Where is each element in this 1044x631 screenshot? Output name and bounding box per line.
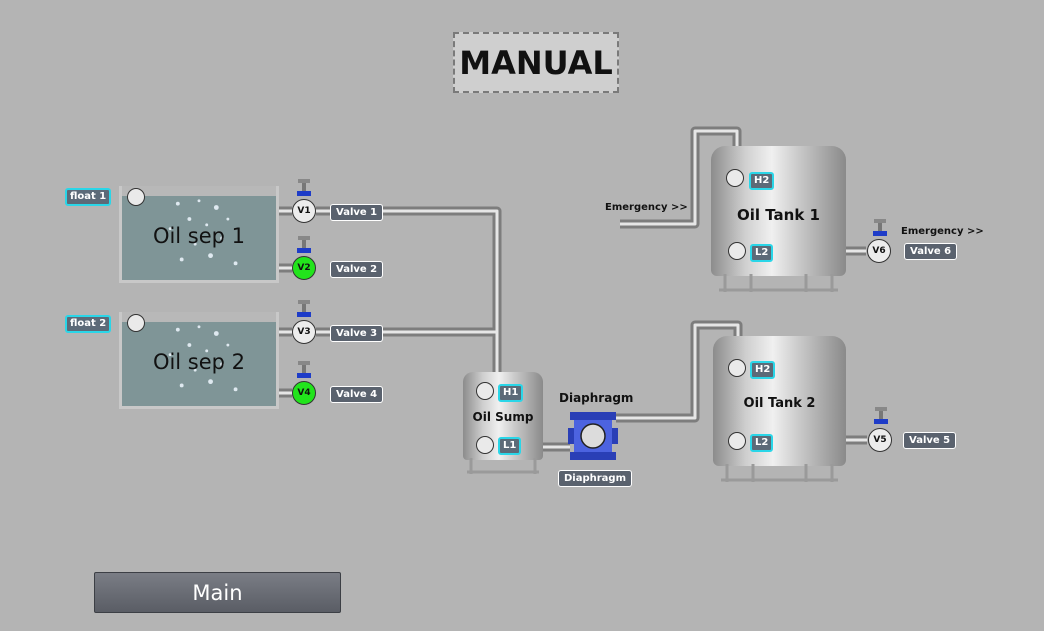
tank-legs [719,274,838,292]
valve-4-tag[interactable]: Valve 4 [330,386,384,403]
valve-v6[interactable]: V6 [867,239,891,263]
level-sensor-circle [728,359,746,377]
level-sensor-circle [726,169,744,187]
sump-l1-tag[interactable]: L1 [498,437,522,455]
tank-label: Oil Tank 2 [743,396,816,411]
tank1-l2-tag[interactable]: L2 [750,244,774,262]
valve-v1[interactable]: V1 [292,199,316,223]
sump-label: Oil Sump [472,410,534,424]
valve-v4[interactable]: V4 [292,381,316,405]
level-sensor-circle [476,436,494,454]
tank-legs [721,464,838,482]
mode-indicator: MANUAL [453,32,619,93]
level-sensor-circle [728,242,746,260]
valve-5-tag[interactable]: Valve 5 [903,432,957,449]
valve-v2[interactable]: V2 [292,256,316,280]
pump-title: Diaphragm [559,391,634,405]
main-nav-button[interactable]: Main [94,572,341,613]
level-sensor-circle [476,382,494,400]
sump-legs [467,458,539,474]
level-sensor-circle [728,432,746,450]
tank-label: Oil Tank 1 [737,206,820,224]
tank2-l2-tag[interactable]: L2 [750,434,774,452]
valve-1-tag[interactable]: Valve 1 [330,204,384,221]
level-sensor-circle [127,188,145,206]
diaphragm-tag[interactable]: Diaphragm [558,470,633,487]
float-1-tag[interactable]: float 1 [65,188,112,206]
sump-h1-tag[interactable]: H1 [498,384,524,402]
emergency-inlet-label: Emergency >> [605,202,688,213]
separator-label: Oil sep 2 [152,350,246,374]
separator-label: Oil sep 1 [152,224,246,248]
diaphragm-pump-icon[interactable] [568,408,618,468]
valve-v5[interactable]: V5 [868,428,892,452]
valve-6-tag[interactable]: Valve 6 [904,243,958,260]
valve-3-tag[interactable]: Valve 3 [330,325,384,342]
float-2-tag[interactable]: float 2 [65,315,112,333]
level-sensor-circle [127,314,145,332]
tank2-h2-tag[interactable]: H2 [750,361,776,379]
valve-2-tag[interactable]: Valve 2 [330,261,384,278]
emergency-outlet-label: Emergency >> [901,226,984,237]
valve-v3[interactable]: V3 [292,320,316,344]
tank1-h2-tag[interactable]: H2 [749,172,775,190]
